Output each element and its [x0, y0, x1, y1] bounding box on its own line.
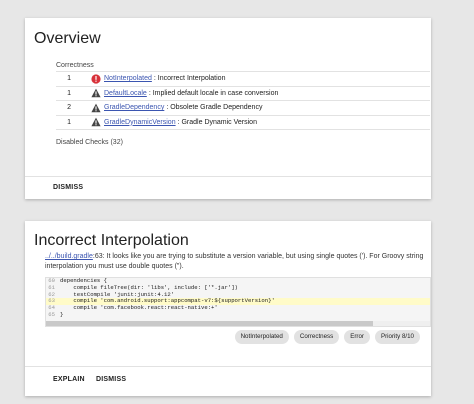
- dismiss-overview-button[interactable]: DISMISS: [53, 184, 83, 191]
- issue-description: : Obsolete Gradle Dependency: [166, 104, 263, 112]
- warning-icon: [91, 88, 101, 98]
- issue-link-notinterpolated[interactable]: NotInterpolated: [104, 75, 152, 82]
- explain-button[interactable]: EXPLAIN: [53, 376, 85, 383]
- issue-description: : Implied default locale in case convers…: [148, 89, 279, 97]
- summary-row: 1 DefaultLocale : Implied default locale…: [56, 87, 430, 101]
- code-text: compile 'com.facebook.react:react-native…: [60, 304, 218, 312]
- overview-title: Overview: [34, 30, 101, 47]
- issue-description: : Gradle Dynamic Version: [177, 118, 257, 126]
- issue-description: : Incorrect Interpolation: [153, 75, 226, 83]
- summary-row: 1 GradleDynamicVersion : Gradle Dynamic …: [56, 116, 430, 130]
- code-line: 64 compile 'com.facebook.react:react-nat…: [46, 304, 430, 312]
- code-text: }: [60, 310, 64, 318]
- file-link[interactable]: ../../build.gradle: [45, 253, 93, 260]
- error-icon: [91, 74, 101, 84]
- issue-explanation: ../../build.gradle:63: It looks like you…: [45, 252, 429, 271]
- tag-issue-id: NotInterpolated: [234, 330, 289, 344]
- code-snippet: 60 dependencies { 61 compile fileTree(dir…: [45, 277, 431, 327]
- summary-row: 2 GradleDependency : Obsolete Gradle Dep…: [56, 101, 430, 116]
- category-label: Correctness: [56, 62, 94, 69]
- code-line: 65}: [46, 310, 430, 319]
- explanation-text: : It looks like you are trying to substi…: [45, 253, 424, 270]
- issue-count: 1: [67, 75, 71, 83]
- line-number: 65: [48, 310, 55, 318]
- tag-severity: Error: [344, 330, 370, 344]
- issue-count: 1: [67, 118, 71, 126]
- overview-card: Overview Correctness 1 NotInterpolated :…: [25, 18, 431, 199]
- warning-icon: [91, 117, 101, 127]
- line-reference: :63: [92, 253, 103, 260]
- issue-count: 2: [67, 104, 71, 112]
- warning-icon: [91, 103, 101, 113]
- issue-link-defaultlocale[interactable]: DefaultLocale: [104, 90, 147, 97]
- summary-row: 1 NotInterpolated : Incorrect Interpolat…: [56, 71, 430, 87]
- divider: [25, 366, 431, 367]
- dismiss-issue-button[interactable]: DISMISS: [96, 376, 126, 383]
- disabled-checks-label[interactable]: Disabled Checks (32): [56, 139, 123, 146]
- divider: [25, 176, 431, 177]
- issue-summary-table: 1 NotInterpolated : Incorrect Interpolat…: [56, 71, 430, 130]
- scrollbar-thumb[interactable]: [46, 321, 373, 326]
- horizontal-scrollbar[interactable]: [46, 321, 430, 326]
- issue-title: Incorrect Interpolation: [34, 232, 189, 249]
- issue-tags: NotInterpolated Correctness Error Priori…: [234, 330, 420, 344]
- issue-link-gradledynamicversion[interactable]: GradleDynamicVersion: [104, 119, 176, 126]
- issue-card: Incorrect Interpolation ../../build.grad…: [25, 221, 431, 396]
- tag-priority: Priority 8/10: [374, 330, 420, 344]
- issue-count: 1: [67, 89, 71, 97]
- issue-link-gradledependency[interactable]: GradleDependency: [104, 104, 164, 111]
- tag-category: Correctness: [293, 330, 340, 344]
